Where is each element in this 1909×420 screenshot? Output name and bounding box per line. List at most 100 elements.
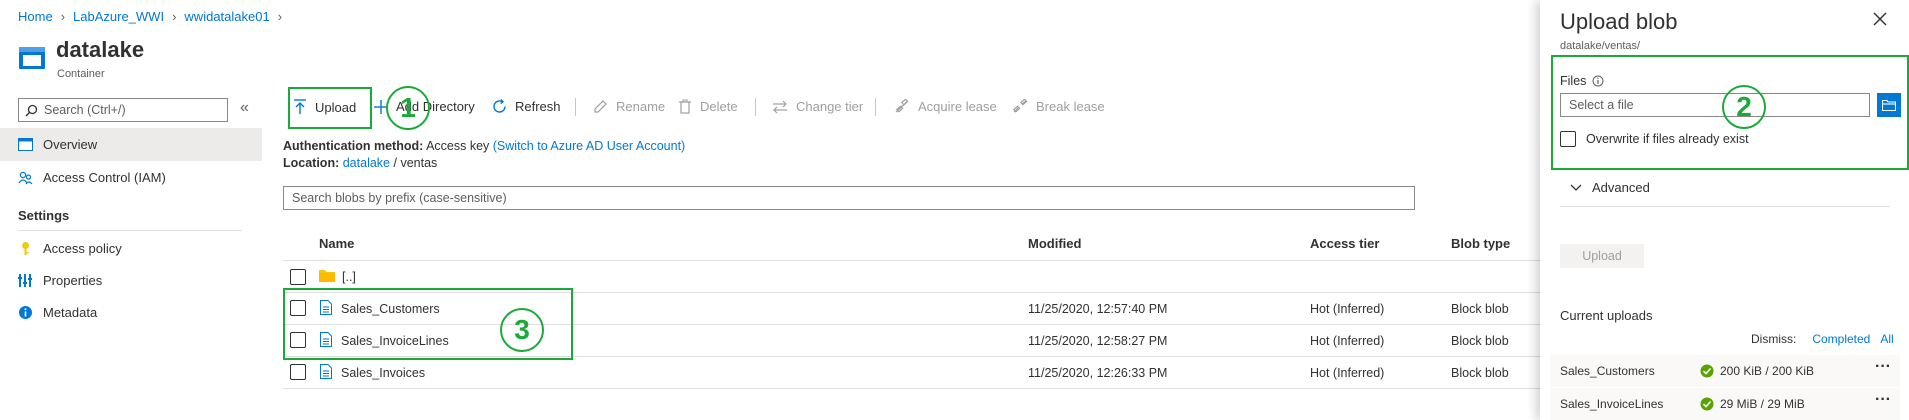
overview-icon: [18, 138, 33, 151]
toolbar-separator: [755, 98, 756, 116]
sidebar-item-properties[interactable]: Properties: [18, 273, 102, 288]
sidebar-item-label: Overview: [43, 137, 98, 152]
refresh-label: Refresh: [515, 99, 561, 114]
upload-progress-text: 29 MiB / 29 MiB: [1720, 397, 1805, 411]
row-checkbox[interactable]: [290, 364, 306, 380]
change-tier-button[interactable]: Change tier: [772, 99, 863, 114]
blob-access-tier: Hot (Inferred): [1310, 302, 1385, 316]
panel-subtitle: datalake/ventas/: [1560, 40, 1641, 52]
rename-button[interactable]: Rename: [593, 99, 665, 114]
delete-button[interactable]: Delete: [678, 99, 738, 114]
column-header-blob-type[interactable]: Blob type: [1451, 236, 1510, 251]
sidebar-item-access-policy[interactable]: Access policy: [18, 241, 122, 256]
refresh-button[interactable]: Refresh: [492, 99, 561, 114]
file-icon: [320, 364, 332, 379]
broken-link-icon: [1012, 99, 1028, 114]
breadcrumb: Home › LabAzure_WWI › wwidatalake01 ›: [18, 9, 282, 24]
check-circle-icon: [1700, 364, 1714, 378]
sidebar-item-metadata[interactable]: Metadata: [18, 305, 97, 320]
panel-upload-button[interactable]: Upload: [1560, 244, 1644, 268]
check-circle-icon: [1700, 397, 1714, 411]
current-uploads-title: Current uploads: [1560, 308, 1653, 323]
panel-divider: [1560, 206, 1890, 207]
column-header-name[interactable]: Name: [319, 236, 354, 251]
blob-type: Block blob: [1451, 334, 1509, 348]
column-header-modified[interactable]: Modified: [1028, 236, 1081, 251]
location-label: Location:: [283, 156, 340, 170]
dismiss-row: Dismiss: Completed All: [1751, 332, 1894, 346]
blob-search-input[interactable]: Search blobs by prefix (case-sensitive): [283, 186, 1415, 210]
chevron-right-icon: ›: [277, 9, 283, 24]
files-label: Files: [1560, 74, 1587, 88]
sidebar-item-label: Access policy: [43, 241, 122, 256]
location-path: ventas: [400, 156, 438, 170]
blob-modified: 11/25/2020, 12:58:27 PM: [1028, 334, 1168, 348]
annotation-marker-1: 1: [386, 86, 430, 130]
panel-close-icon[interactable]: [1873, 12, 1887, 29]
file-select-input[interactable]: Select a file: [1560, 93, 1870, 117]
breadcrumb-home[interactable]: Home: [18, 9, 53, 24]
sidebar-item-label: Properties: [43, 273, 103, 288]
breadcrumb-storage-account[interactable]: wwidatalake01: [184, 9, 269, 24]
chevron-right-icon: ›: [172, 9, 177, 24]
location-line: Location: datalake / ventas: [283, 156, 437, 170]
blob-modified: 11/25/2020, 12:26:33 PM: [1028, 366, 1168, 380]
overwrite-checkbox[interactable]: [1560, 131, 1576, 147]
row-divider: [283, 388, 1553, 389]
dismiss-all-link[interactable]: All: [1880, 332, 1893, 346]
refresh-icon: [492, 99, 507, 114]
acquire-lease-button[interactable]: Acquire lease: [894, 99, 997, 114]
panel-title: Upload blob: [1560, 9, 1678, 34]
upload-list-item: Sales_Customers 200 KiB / 200 KiB ···: [1550, 355, 1900, 387]
key-icon: [18, 241, 33, 256]
sidebar-item-access-control[interactable]: Access Control (IAM): [18, 170, 166, 185]
people-icon: [18, 171, 33, 185]
collapse-sidebar-icon[interactable]: «: [240, 99, 249, 117]
column-header-access-tier[interactable]: Access tier: [1310, 236, 1379, 251]
blob-search-placeholder: Search blobs by prefix (case-sensitive): [292, 191, 507, 205]
files-label-row: Files: [1560, 74, 1604, 88]
table-row[interactable]: Sales_Invoices 11/25/2020, 12:26:33 PM H…: [283, 357, 1553, 388]
page-title: datalake: [56, 37, 145, 62]
blob-name[interactable]: Sales_Invoices: [341, 366, 425, 380]
overwrite-label: Overwrite if files already exist: [1586, 132, 1749, 146]
sidebar-search-placeholder: Search (Ctrl+/): [44, 103, 126, 117]
change-tier-label: Change tier: [796, 99, 864, 114]
switch-auth-link[interactable]: (Switch to Azure AD User Account): [493, 139, 685, 153]
sidebar-item-label: Metadata: [43, 305, 98, 320]
sidebar-divider: [18, 230, 242, 231]
info-icon: [1592, 75, 1604, 87]
upload-blob-panel: Upload blob datalake/ventas/ Files Selec…: [1540, 0, 1909, 420]
breadcrumb-resource-group[interactable]: LabAzure_WWI: [73, 9, 164, 24]
upload-file-name: Sales_Customers: [1560, 364, 1655, 378]
annotation-marker-3: 3: [500, 308, 544, 352]
sidebar-item-overview[interactable]: Overview: [0, 128, 262, 161]
sidebar-search[interactable]: Search (Ctrl+/): [18, 98, 228, 122]
rename-label: Rename: [616, 99, 666, 114]
upload-list-item: Sales_InvoiceLines 29 MiB / 29 MiB ···: [1550, 388, 1900, 420]
break-lease-label: Break lease: [1036, 99, 1105, 114]
chevron-down-icon: [1570, 184, 1582, 192]
dismiss-label: Dismiss:: [1751, 332, 1797, 346]
upload-button[interactable]: Upload: [293, 99, 356, 115]
properties-icon: [18, 273, 33, 288]
row-checkbox[interactable]: [290, 269, 306, 285]
sidebar-item-label: Access Control (IAM): [43, 170, 166, 185]
more-options-icon[interactable]: ···: [1875, 358, 1891, 376]
upload-button-label: Upload: [315, 99, 357, 115]
browse-file-button[interactable]: [1877, 93, 1901, 117]
dismiss-completed-link[interactable]: Completed: [1812, 332, 1870, 346]
break-lease-button[interactable]: Break lease: [1012, 99, 1105, 114]
more-options-icon[interactable]: ···: [1875, 391, 1891, 409]
info-icon: [18, 305, 33, 320]
upload-progress-text: 200 KiB / 200 KiB: [1720, 364, 1815, 378]
advanced-toggle[interactable]: Advanced: [1570, 180, 1650, 195]
location-container-link[interactable]: datalake: [343, 156, 390, 170]
link-icon: [894, 99, 910, 114]
blob-type: Block blob: [1451, 366, 1509, 380]
delete-label: Delete: [700, 99, 738, 114]
parent-directory-link[interactable]: [..]: [342, 270, 356, 284]
overwrite-checkbox-row[interactable]: Overwrite if files already exist: [1560, 131, 1749, 147]
trash-icon: [678, 99, 692, 114]
toolbar-separator: [575, 98, 576, 116]
